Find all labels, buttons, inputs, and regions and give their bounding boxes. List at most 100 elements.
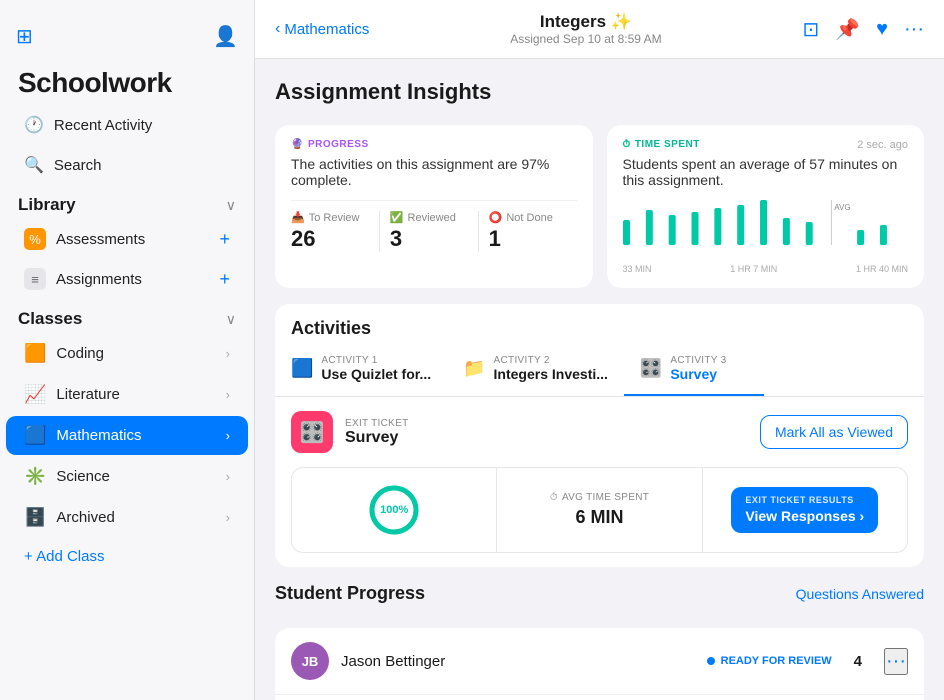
circle-icon: ⭕: [489, 211, 503, 224]
literature-label: Literature: [56, 386, 119, 403]
coding-chevron-icon: ›: [226, 346, 230, 361]
insights-row: 🔮 PROGRESS The activities on this assign…: [275, 125, 924, 288]
activity2-label: ACTIVITY 2: [494, 355, 608, 366]
mathematics-class-icon: 🟦: [24, 425, 46, 446]
activity2-icon: 📁: [463, 358, 485, 379]
student-score-jb: 4: [854, 653, 862, 670]
chart-labels: 33 MIN 1 HR 7 MIN 1 HR 40 MIN: [623, 264, 909, 274]
content-area: Assignment Insights 🔮 PROGRESS The activ…: [255, 59, 944, 700]
library-chevron-icon: ∨: [226, 197, 236, 214]
sidebar-item-mathematics[interactable]: 🟦 Mathematics ›: [6, 416, 248, 455]
sidebar-item-recent-activity[interactable]: 🕐 Recent Activity: [6, 106, 248, 144]
pin-button[interactable]: 📌: [835, 17, 860, 42]
activity2-name: Integers Investi...: [494, 366, 608, 382]
activities-tabs: 🟦 ACTIVITY 1 Use Quizlet for... 📁 ACTIVI…: [275, 343, 924, 397]
sidebar-item-science[interactable]: ✳️ Science ›: [6, 457, 248, 496]
search-label: Search: [54, 157, 102, 174]
add-assignment-button[interactable]: +: [219, 269, 230, 290]
progress-stats: 📥 To Review 26 ✅ Reviewed 3: [291, 200, 577, 252]
assessments-label: Assessments: [56, 231, 145, 248]
chart-label-2: 1 HR 7 MIN: [730, 264, 777, 274]
progress-text: The activities on this assignment are 97…: [291, 156, 577, 188]
library-title: Library: [18, 195, 76, 215]
time-chart-container: AVG 33 MIN: [623, 200, 909, 274]
progress-circle: 100%: [366, 482, 422, 538]
sidebar-item-archived[interactable]: 🗄️ Archived ›: [6, 498, 248, 537]
exit-ticket-name: Survey: [345, 429, 409, 447]
status-badge-jb: READY FOR REVIEW: [721, 655, 832, 667]
activities-card: Activities 🟦 ACTIVITY 1 Use Quizlet for.…: [275, 304, 924, 567]
more-button[interactable]: ···: [904, 18, 924, 41]
assignments-label: Assignments: [56, 271, 142, 288]
svg-text:AVG: AVG: [834, 203, 850, 212]
literature-chevron-icon: ›: [226, 387, 230, 402]
back-icon: ‹: [275, 20, 280, 38]
progress-tag-label: PROGRESS: [308, 139, 369, 150]
student-progress-title: Student Progress: [275, 583, 425, 604]
not-done-value: 1: [489, 226, 567, 252]
time-card-header: ⏱ TIME SPENT 2 sec. ago: [623, 139, 909, 156]
sidebar-item-assignments[interactable]: ≡ Assignments +: [6, 260, 248, 298]
activity1-name: Use Quizlet for...: [321, 366, 431, 382]
profile-button[interactable]: 👤: [213, 24, 238, 49]
activity-tab-1[interactable]: 🟦 ACTIVITY 1 Use Quizlet for...: [275, 343, 447, 396]
student-initials-jb: JB: [302, 654, 319, 669]
main-header: ‹ Mathematics Integers ✨ Assigned Sep 10…: [255, 0, 944, 59]
sidebar: ⊞ 👤 Schoolwork 🕐 Recent Activity 🔍 Searc…: [0, 0, 255, 700]
add-class-button[interactable]: + Add Class: [6, 539, 248, 574]
student-row-jb: JB Jason Bettinger READY FOR REVIEW 4 ··…: [275, 628, 924, 695]
avg-time-label: ⏱ AVG TIME SPENT: [550, 492, 649, 503]
time-insight-card: ⏱ TIME SPENT 2 sec. ago Students spent a…: [607, 125, 925, 288]
reviewed-value: 3: [390, 226, 468, 252]
avg-time-value: 6 MIN: [575, 507, 623, 528]
sidebar-item-literature[interactable]: 📈 Literature ›: [6, 375, 248, 414]
science-chevron-icon: ›: [226, 469, 230, 484]
activity-tab-3[interactable]: 🎛️ ACTIVITY 3 Survey: [624, 343, 764, 396]
exit-ticket-label: EXIT TICKET: [345, 418, 409, 429]
search-icon: 🔍: [24, 155, 44, 175]
library-section-header: Library ∨: [0, 185, 254, 219]
student-more-button-jb[interactable]: ···: [884, 648, 908, 675]
activity-tab-2[interactable]: 📁 ACTIVITY 2 Integers Investi...: [447, 343, 624, 396]
chart-label-3: 1 HR 40 MIN: [856, 264, 908, 274]
add-assessment-button[interactable]: +: [219, 229, 230, 250]
science-class-icon: ✳️: [24, 466, 46, 487]
activity1-icon: 🟦: [291, 358, 313, 379]
view-responses-metric-cell: EXIT TICKET RESULTS View Responses ›: [703, 468, 907, 552]
mark-viewed-button[interactable]: Mark All as Viewed: [760, 415, 908, 449]
sidebar-item-coding[interactable]: 🟧 Coding ›: [6, 334, 248, 373]
share-button[interactable]: ⊡: [802, 17, 819, 42]
activity1-label: ACTIVITY 1: [321, 355, 431, 366]
timer-icon: ⏱: [623, 139, 631, 150]
view-responses-label: View Responses ›: [745, 507, 864, 525]
time-tag: ⏱ TIME SPENT: [623, 139, 700, 150]
heart-button[interactable]: ♥: [876, 18, 888, 41]
progress-metric-cell: 100%: [292, 468, 497, 552]
sidebar-item-assessments[interactable]: % Assessments +: [6, 220, 248, 258]
archived-chevron-icon: ›: [226, 510, 230, 525]
app-title-section: Schoolwork: [0, 57, 254, 105]
assignment-subtitle: Assigned Sep 10 at 8:59 AM: [510, 32, 661, 46]
progress-tag-icon: 🔮: [291, 139, 304, 150]
view-responses-button[interactable]: EXIT TICKET RESULTS View Responses ›: [731, 487, 878, 533]
classes-title: Classes: [18, 309, 82, 329]
clock-icon: 🕐: [24, 115, 44, 135]
time-chart: AVG: [623, 200, 909, 255]
back-label: Mathematics: [284, 21, 369, 38]
literature-class-icon: 📈: [24, 384, 46, 405]
time-ago-label: 2 sec. ago: [857, 139, 908, 151]
mathematics-chevron-icon: ›: [226, 428, 230, 443]
science-label: Science: [56, 468, 109, 485]
activities-title: Activities: [291, 318, 908, 339]
clock-small-icon: ⏱: [550, 492, 558, 503]
to-review-stat: 📥 To Review 26: [291, 211, 380, 252]
main-content: ‹ Mathematics Integers ✨ Assigned Sep 10…: [255, 0, 944, 700]
back-button[interactable]: ‹ Mathematics: [275, 20, 369, 38]
sidebar-item-search[interactable]: 🔍 Search: [6, 146, 248, 184]
reviewed-label: ✅ Reviewed: [390, 211, 468, 224]
avg-time-metric-cell: ⏱ AVG TIME SPENT 6 MIN: [497, 468, 702, 552]
questions-answered-link[interactable]: Questions Answered: [796, 586, 924, 602]
activity-metrics: 100% ⏱ AVG TIME SPENT 6 MIN EXIT TICKET …: [291, 467, 908, 553]
inbox-icon: 📥: [291, 211, 305, 224]
sidebar-toggle-button[interactable]: ⊞: [16, 24, 33, 49]
